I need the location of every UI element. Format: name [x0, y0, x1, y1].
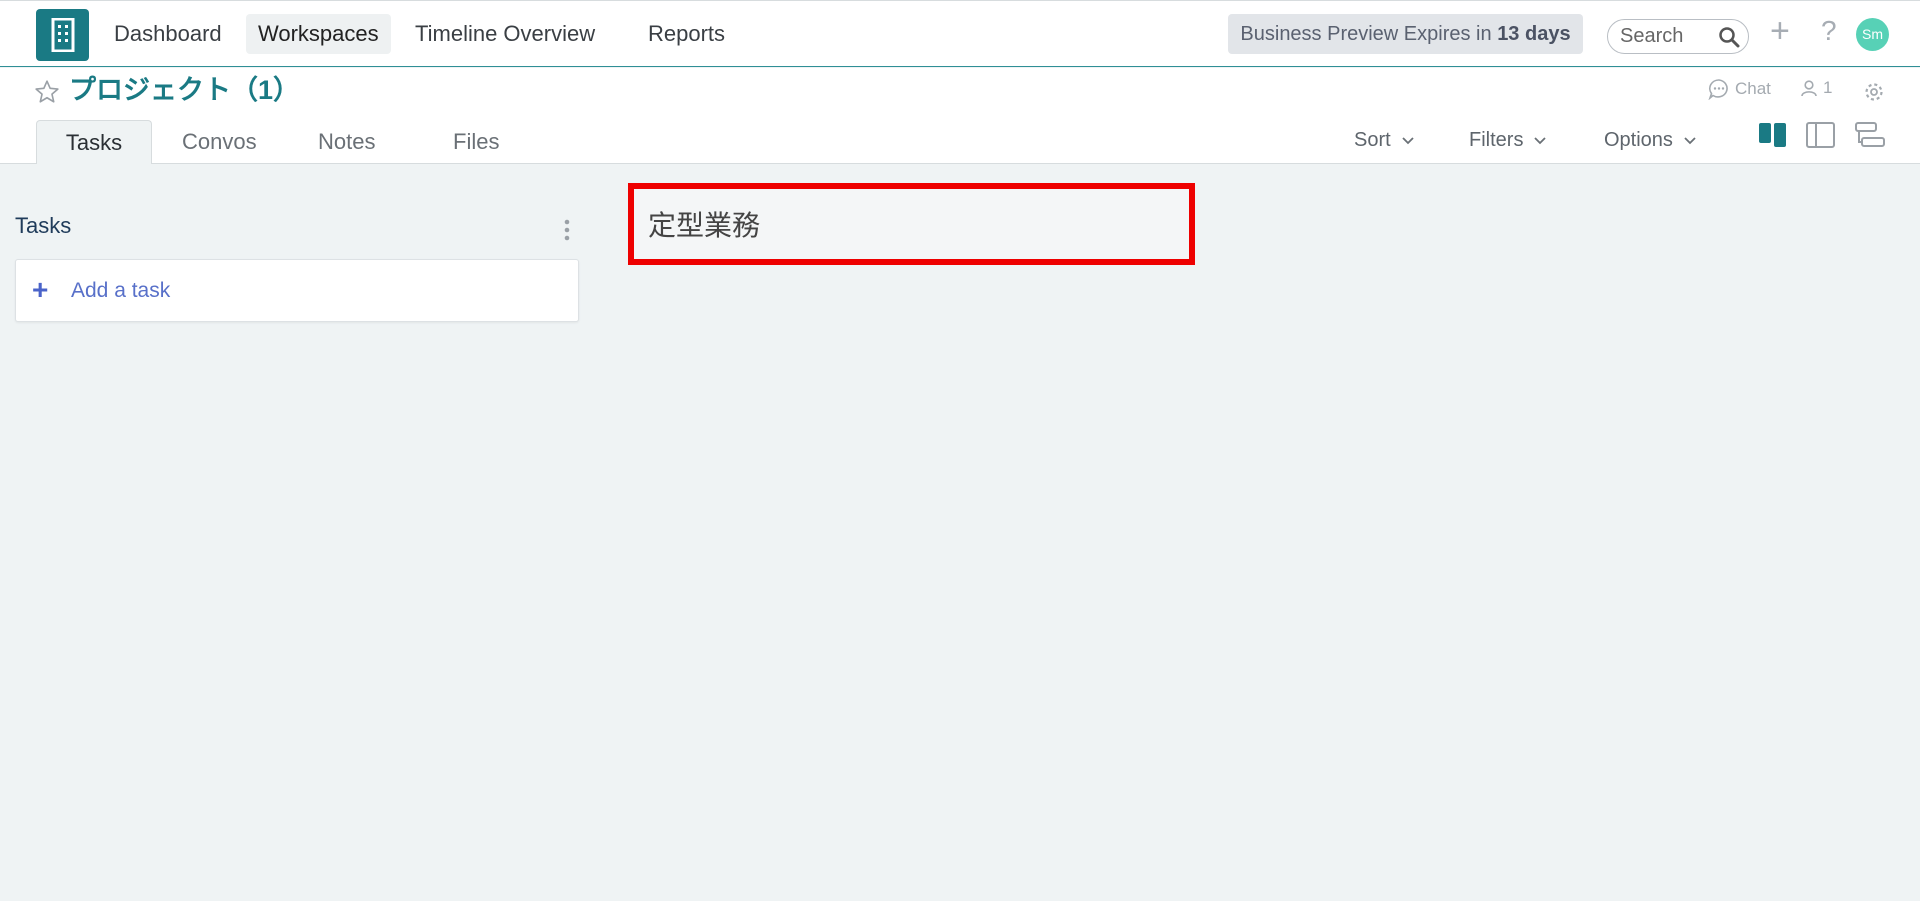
- new-list-name-input[interactable]: [648, 205, 1168, 243]
- add-task-button[interactable]: + Add a task: [15, 259, 579, 322]
- filters-label: Filters: [1469, 129, 1524, 151]
- tab-convos[interactable]: Convos: [162, 120, 277, 164]
- list-view-icon[interactable]: [1805, 120, 1837, 155]
- members-button[interactable]: 1: [1800, 78, 1832, 98]
- sort-dropdown[interactable]: Sort: [1354, 122, 1415, 158]
- star-icon[interactable]: [34, 79, 60, 110]
- options-dropdown[interactable]: Options: [1604, 122, 1697, 158]
- options-label: Options: [1604, 129, 1673, 151]
- new-list-name-box[interactable]: [628, 183, 1195, 265]
- person-icon: [1801, 80, 1817, 97]
- trial-days: 13 days: [1497, 23, 1571, 45]
- tab-files[interactable]: Files: [433, 120, 519, 164]
- chevron-down-icon: [1402, 136, 1414, 144]
- project-title[interactable]: プロジェクト（1）: [69, 72, 300, 108]
- chat-bubble-icon: [1708, 79, 1728, 100]
- plus-icon: +: [32, 274, 49, 305]
- project-header: プロジェクト（1） Chat 1 Tasks Convos Notes File…: [0, 68, 1920, 164]
- create-plus-icon[interactable]: +: [1770, 11, 1790, 51]
- nav-dashboard[interactable]: Dashboard: [102, 14, 234, 54]
- member-count: 1: [1823, 78, 1833, 97]
- top-nav: Dashboard Workspaces Timeline Overview R…: [0, 0, 1920, 67]
- nav-reports[interactable]: Reports: [636, 14, 737, 54]
- trial-text: Business Preview Expires in: [1240, 23, 1492, 45]
- tab-notes[interactable]: Notes: [298, 120, 395, 164]
- chevron-down-icon: [1684, 136, 1696, 144]
- tab-tasks[interactable]: Tasks: [36, 120, 152, 164]
- timeline-view-icon[interactable]: [1853, 120, 1887, 155]
- user-avatar[interactable]: Sm: [1856, 18, 1889, 51]
- add-task-label: Add a task: [71, 279, 171, 302]
- app-logo[interactable]: [36, 9, 89, 61]
- chat-label: Chat: [1735, 79, 1771, 98]
- sort-label: Sort: [1354, 129, 1391, 151]
- gear-icon[interactable]: [1863, 81, 1885, 108]
- kebab-menu-icon[interactable]: [563, 218, 571, 247]
- search-input[interactable]: [1620, 24, 1715, 49]
- help-icon[interactable]: ?: [1821, 11, 1837, 51]
- nav-workspaces[interactable]: Workspaces: [246, 14, 391, 54]
- chevron-down-icon: [1534, 136, 1547, 144]
- filters-dropdown[interactable]: Filters: [1469, 122, 1547, 158]
- search-icon[interactable]: [1718, 26, 1740, 53]
- trial-banner[interactable]: Business Preview Expires in 13 days: [1228, 14, 1583, 54]
- task-list-title[interactable]: Tasks: [15, 213, 71, 239]
- search-box[interactable]: [1607, 19, 1749, 54]
- board-view-icon[interactable]: [1757, 120, 1789, 155]
- chat-button[interactable]: Chat: [1708, 78, 1771, 100]
- building-icon: [51, 18, 74, 52]
- nav-timeline-overview[interactable]: Timeline Overview: [403, 14, 607, 54]
